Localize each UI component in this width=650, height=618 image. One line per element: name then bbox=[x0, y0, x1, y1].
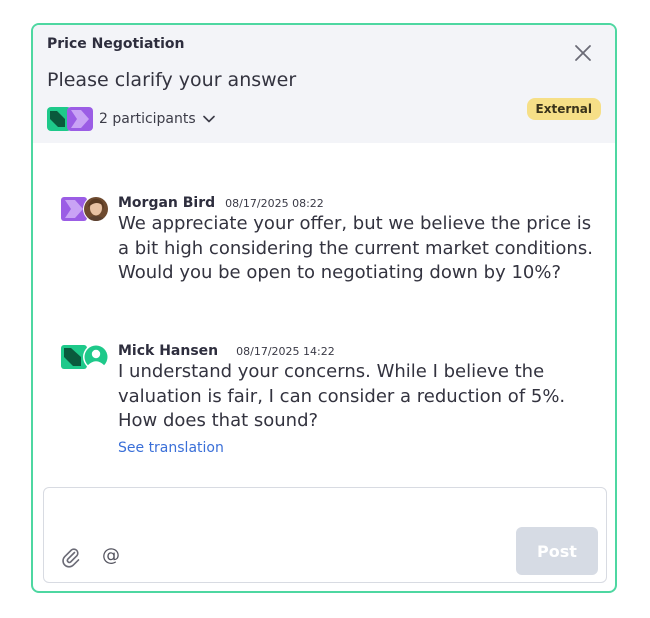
sender-avatar bbox=[61, 344, 109, 370]
external-badge: External bbox=[526, 98, 601, 120]
post-button[interactable]: Post bbox=[516, 527, 598, 575]
message-author: Mick Hansen bbox=[118, 343, 219, 359]
message-author: Morgan Bird bbox=[118, 195, 216, 211]
message-text: We appreciate your offer, but we believe… bbox=[118, 213, 593, 283]
paperclip-icon[interactable] bbox=[61, 546, 81, 568]
close-icon[interactable] bbox=[573, 43, 593, 63]
topic-label: Price Negotiation bbox=[47, 36, 185, 52]
thread-title: Please clarify your answer bbox=[47, 69, 297, 91]
participants-label: 2 participants bbox=[99, 111, 196, 127]
message-timestamp: 08/17/2025 14:22 bbox=[236, 345, 335, 358]
message-composer[interactable]: @ Post bbox=[43, 487, 607, 583]
at-icon[interactable]: @ bbox=[102, 545, 120, 566]
message-text: I understand your concerns. While I beli… bbox=[118, 361, 566, 431]
sender-avatar bbox=[61, 196, 109, 222]
message-timestamp: 08/17/2025 08:22 bbox=[225, 197, 324, 210]
participants-dropdown[interactable]: 2 participants bbox=[47, 107, 215, 131]
chevron-down-icon bbox=[202, 115, 215, 123]
conversation-header: Price Negotiation Please clarify your an… bbox=[33, 25, 615, 143]
conversation-panel: Price Negotiation Please clarify your an… bbox=[31, 23, 617, 593]
participant-logos-icon bbox=[47, 107, 93, 131]
message-body: Morgan Bird 08/17/2025 08:22 We apprecia… bbox=[118, 195, 598, 286]
see-translation-link[interactable]: See translation bbox=[118, 440, 224, 456]
message-meta: Morgan Bird 08/17/2025 08:22 bbox=[118, 195, 598, 211]
message-body: Mick Hansen 08/17/2025 14:22 I understan… bbox=[118, 343, 598, 456]
message-meta: Mick Hansen 08/17/2025 14:22 bbox=[118, 343, 598, 359]
